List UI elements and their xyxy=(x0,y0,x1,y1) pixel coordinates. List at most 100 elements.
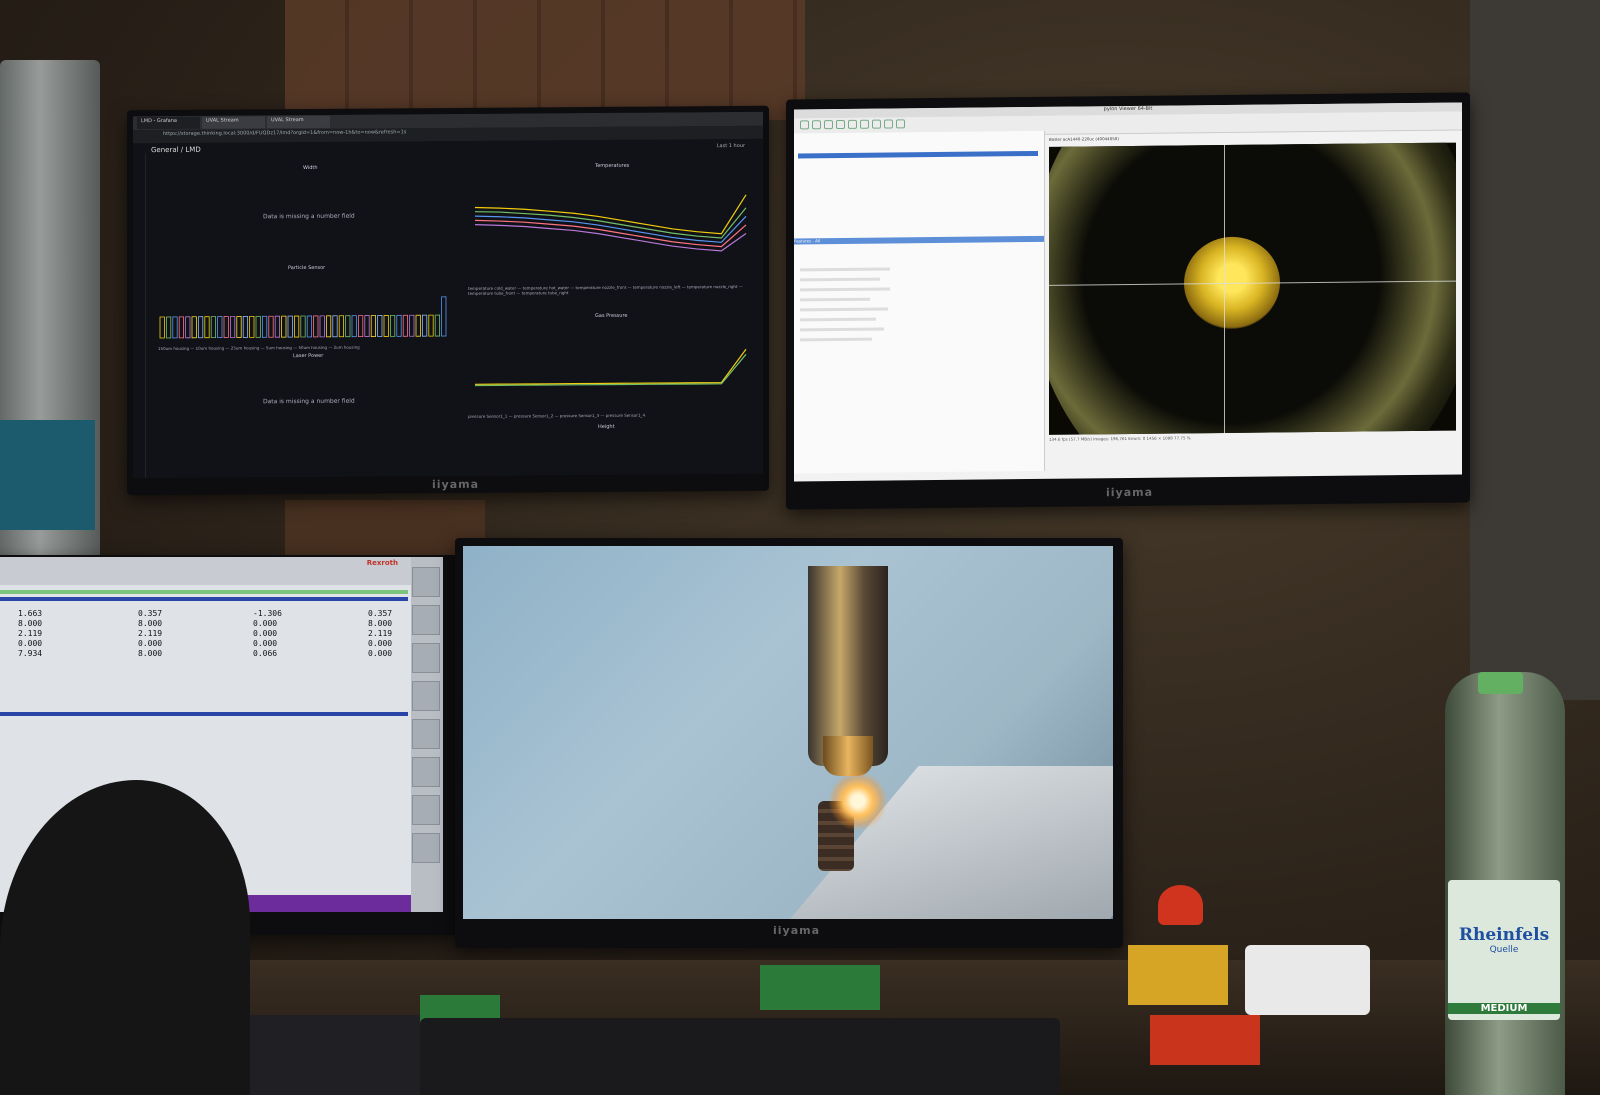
keyboard[interactable] xyxy=(420,1018,1060,1095)
bar xyxy=(293,315,300,338)
bar xyxy=(159,316,165,339)
device-list-selected[interactable] xyxy=(798,150,1038,159)
bar xyxy=(287,315,293,338)
monitor-brand: iiyama xyxy=(432,477,480,492)
brick-wall xyxy=(285,0,805,120)
bar xyxy=(300,315,306,338)
feature-row[interactable] xyxy=(800,327,884,332)
panel-title-temperatures: Temperatures xyxy=(595,162,630,169)
series-line xyxy=(474,194,747,235)
axis-value: 1.663 xyxy=(18,609,43,618)
nozzle-tip xyxy=(823,736,873,776)
browser-tab[interactable]: LMD - Grafana xyxy=(137,116,200,130)
bar xyxy=(185,316,191,339)
pylon-statusbar: 134.6 fps (57.7 MB/s) Images: 196,761 Er… xyxy=(1049,435,1191,442)
feature-row[interactable] xyxy=(800,317,876,322)
feature-row[interactable] xyxy=(800,337,872,342)
axis-value: 0.000 xyxy=(18,639,43,648)
feature-row[interactable] xyxy=(800,277,880,282)
axis-value: 0.357 xyxy=(138,609,163,618)
bar xyxy=(396,314,402,337)
axis-value: 0.000 xyxy=(253,619,278,628)
circuit-board xyxy=(760,965,880,1010)
panel-title-particle: Particle Sensor xyxy=(288,264,326,272)
histogram-icon[interactable] xyxy=(896,119,905,129)
record-icon[interactable] xyxy=(824,120,833,130)
bar xyxy=(281,315,287,338)
bar xyxy=(198,316,204,339)
breadcrumb[interactable]: General / LMD xyxy=(151,146,201,154)
grid-icon[interactable] xyxy=(884,119,893,129)
bottle-cap xyxy=(1478,672,1523,694)
bar xyxy=(370,315,376,337)
browser-tab[interactable]: UVAL Stream xyxy=(267,115,330,129)
bar xyxy=(236,316,242,338)
axis-value: 0.357 xyxy=(368,609,393,618)
bar xyxy=(165,316,172,339)
bar xyxy=(242,315,248,338)
bar xyxy=(249,315,255,338)
softkey-column xyxy=(411,557,443,912)
axis-value: 0.000 xyxy=(138,639,163,648)
axis-value: 8.000 xyxy=(18,619,43,628)
zoom-out-icon[interactable] xyxy=(860,119,869,129)
crosshair-vertical xyxy=(1224,144,1225,433)
time-range-picker[interactable]: Last 1 hour xyxy=(717,143,745,149)
monitor-brand: iiyama xyxy=(1106,485,1154,500)
grafana-sidebar xyxy=(133,153,146,479)
softkey-button[interactable] xyxy=(412,719,440,749)
softkey-button[interactable] xyxy=(412,795,440,825)
bar xyxy=(172,316,178,339)
stop-icon[interactable] xyxy=(836,119,845,130)
camera-tab[interactable]: Basler acA1440-220uc (40044050) xyxy=(1049,136,1119,142)
softkey-button[interactable] xyxy=(412,757,440,787)
series-line xyxy=(474,207,747,239)
controller-box xyxy=(1245,945,1370,1015)
bar xyxy=(230,316,236,338)
play-icon[interactable] xyxy=(800,120,809,130)
feature-row[interactable] xyxy=(800,287,890,292)
keyboard-left[interactable] xyxy=(240,1015,420,1095)
axis-footer xyxy=(0,712,408,716)
softkey-button[interactable] xyxy=(412,567,440,597)
axis-value: 8.000 xyxy=(138,649,163,658)
zoom-in-icon[interactable] xyxy=(848,119,857,129)
fit-icon[interactable] xyxy=(872,119,881,129)
emergency-stop-button[interactable] xyxy=(1158,885,1203,925)
feature-row[interactable] xyxy=(800,307,888,312)
softkey-button[interactable] xyxy=(412,681,440,711)
yellow-box xyxy=(1128,945,1228,1005)
bottle-brand: Rheinfels xyxy=(1458,925,1550,945)
axis-value: 8.000 xyxy=(368,619,393,628)
chart-temperatures xyxy=(474,194,747,252)
axis-value: 0.000 xyxy=(368,649,393,658)
save-icon[interactable] xyxy=(812,120,821,130)
softkey-button[interactable] xyxy=(412,833,440,863)
panel-title-gas: Gas Pressure xyxy=(595,312,628,319)
softkey-button[interactable] xyxy=(412,605,440,635)
bar xyxy=(178,316,185,339)
bottle-variant: MEDIUM xyxy=(1448,1003,1560,1014)
camera-view xyxy=(1049,142,1456,435)
series-line xyxy=(475,353,747,387)
feature-row[interactable] xyxy=(800,297,870,302)
device-panel: Features - All xyxy=(794,130,1045,474)
softkey-button[interactable] xyxy=(412,643,440,673)
axis-value: 0.066 xyxy=(253,649,278,658)
rexroth-header: Rexroth xyxy=(0,557,443,585)
axis-value: 2.119 xyxy=(368,629,393,638)
bar xyxy=(306,315,312,338)
bar xyxy=(351,315,357,338)
browser-tab[interactable]: UVAL Stream xyxy=(202,116,265,129)
monitor-pylon: pylon Viewer 64-Bit Features - All Basle… xyxy=(786,92,1470,510)
bar xyxy=(223,316,229,338)
rexroth-logo: Rexroth xyxy=(366,559,398,567)
feature-row[interactable] xyxy=(800,267,890,272)
camera-screen xyxy=(463,546,1113,919)
features-header: Features - All xyxy=(794,235,1044,245)
panel-title-width: Width xyxy=(303,164,318,172)
status-bar xyxy=(0,590,408,594)
laser-spark xyxy=(828,771,888,831)
bar xyxy=(364,315,370,337)
panel-title-laser: Laser Power xyxy=(293,352,324,360)
